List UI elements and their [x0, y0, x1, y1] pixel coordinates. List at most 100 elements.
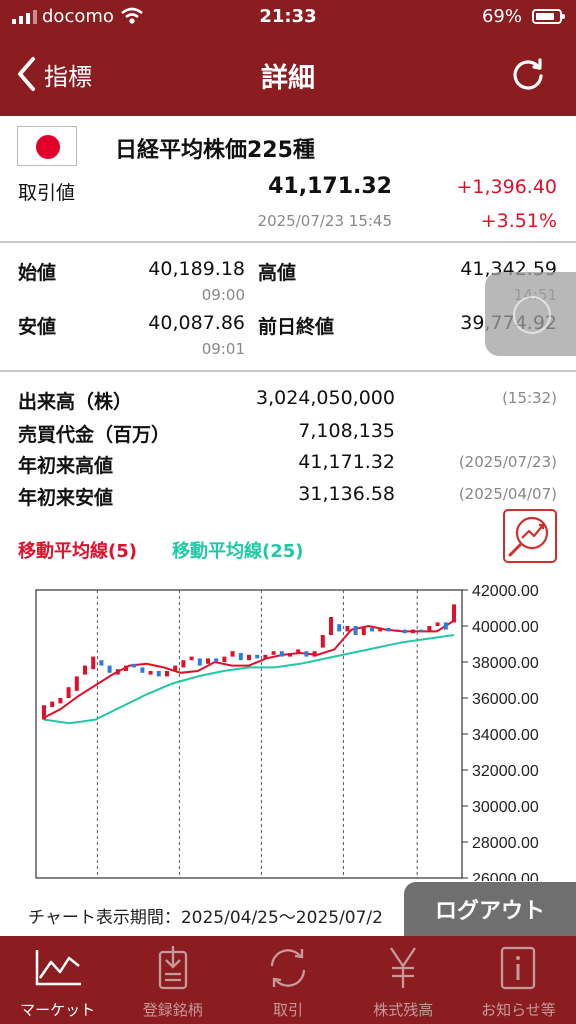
candle [156, 671, 161, 677]
candle [361, 627, 366, 635]
candle [74, 676, 79, 691]
candle [165, 671, 169, 677]
low-time: 09:01 [201, 340, 245, 358]
candle [140, 667, 145, 673]
turnover-label: 売買代金（百万） [18, 424, 171, 446]
candle [173, 665, 178, 671]
tab-trade[interactable]: 取引 [230, 936, 345, 1024]
turnover-value: 7,108,135 [298, 420, 395, 442]
logout-button[interactable]: ログアウト [404, 882, 576, 936]
candle [370, 627, 374, 632]
candle [411, 629, 415, 634]
candle [107, 665, 112, 673]
candle [222, 656, 227, 662]
candle [206, 658, 210, 664]
y-tick-label: 30000.00 [472, 799, 539, 816]
y-tick-label: 38000.00 [472, 655, 539, 672]
ytd-low-date: (2025/04/07) [458, 485, 557, 503]
candle [288, 653, 292, 657]
ytd-high-label: 年初来高値 [18, 455, 114, 477]
candle [345, 626, 350, 632]
ytd-high-date: (2025/07/23) [458, 453, 557, 471]
tab-notices[interactable]: お知らせ等 [461, 936, 576, 1024]
low-label: 安値 [18, 316, 57, 338]
ytd-low-label: 年初来安値 [18, 487, 114, 509]
plot-frame [35, 589, 463, 879]
ytd-low-value: 31,136.58 [298, 483, 395, 505]
candle [279, 651, 284, 657]
candle [189, 656, 194, 661]
candle [58, 698, 63, 704]
nav-bar: 指標 詳細 [0, 34, 576, 116]
price-change-percent: +3.51% [480, 210, 557, 232]
y-tick-label: 26000.00 [472, 871, 539, 881]
tab-watchlist[interactable]: 登録銘柄 [115, 936, 230, 1024]
candle [378, 627, 383, 632]
sync-icon [270, 949, 306, 987]
battery-percent: 69% [481, 6, 522, 27]
ytd-high-value: 41,171.32 [298, 451, 395, 473]
candle [296, 649, 301, 653]
candlestick-chart[interactable]: 42000.00 40000.00 38000.00 36000.00 34000.00… [0, 576, 576, 881]
refresh-icon[interactable] [508, 54, 548, 94]
yen-icon [390, 947, 417, 988]
divider [0, 241, 576, 243]
y-tick-label: 42000.00 [472, 583, 539, 600]
open-value: 40,189.18 [148, 258, 245, 280]
tab-label: 取引 [273, 1001, 304, 1019]
candle [99, 660, 104, 666]
price-label: 取引値 [18, 182, 76, 204]
battery-icon [532, 9, 565, 24]
candle [255, 654, 260, 659]
candle [230, 651, 235, 657]
candle [148, 671, 153, 675]
page-title: 詳細 [261, 63, 315, 94]
candle [91, 656, 96, 670]
ma5-legend: 移動平均線(5) [18, 541, 137, 562]
volume-value: 3,024,050,000 [255, 387, 395, 409]
candle [386, 627, 391, 632]
low-value: 40,087.86 [148, 312, 245, 334]
candle [329, 617, 333, 635]
ma25-legend: 移動平均線(25) [172, 541, 304, 562]
candle [42, 705, 46, 720]
chart-expand-button[interactable] [503, 509, 557, 563]
volume-label: 出来高（株） [18, 391, 133, 413]
candle [214, 658, 219, 662]
open-label: 始値 [18, 262, 57, 284]
candle [353, 626, 358, 635]
volume-time: (15:32) [502, 389, 557, 407]
tab-bar: マーケット 登録銘柄 取引 株式残高 お知らせ等 [0, 936, 576, 1024]
current-price: 41,171.32 [268, 174, 392, 199]
japan-flag-icon [17, 126, 77, 166]
tab-holdings[interactable]: 株式残高 [346, 936, 461, 1024]
tab-label: お知らせ等 [481, 1001, 556, 1019]
candle [452, 604, 456, 623]
candle [320, 635, 325, 648]
tab-market[interactable]: マーケット [0, 936, 115, 1024]
candle [394, 629, 399, 632]
assistive-touch-button[interactable] [485, 272, 576, 356]
candle [66, 687, 71, 698]
candle [337, 624, 342, 632]
candle [443, 622, 448, 630]
candle [402, 629, 407, 634]
index-name: 日経平均株価225種 [115, 138, 315, 163]
candle [304, 651, 309, 657]
candle [435, 622, 440, 626]
candle [238, 653, 243, 661]
tab-label: 株式残高 [373, 1001, 434, 1019]
candle [115, 669, 120, 675]
candle [419, 629, 424, 632]
y-tick-label: 40000.00 [472, 619, 539, 636]
chart-period: チャート表示期間：2025/04/25～2025/07/2 [28, 908, 383, 928]
candle [427, 626, 432, 632]
candle [83, 665, 87, 675]
info-icon [501, 946, 536, 990]
open-time: 09:00 [201, 286, 245, 304]
high-label: 高値 [258, 262, 297, 284]
price-datetime: 2025/07/23 15:45 [257, 212, 392, 230]
price-change: +1,396.40 [456, 176, 557, 198]
candle [271, 651, 276, 655]
y-tick-label: 32000.00 [472, 763, 539, 780]
